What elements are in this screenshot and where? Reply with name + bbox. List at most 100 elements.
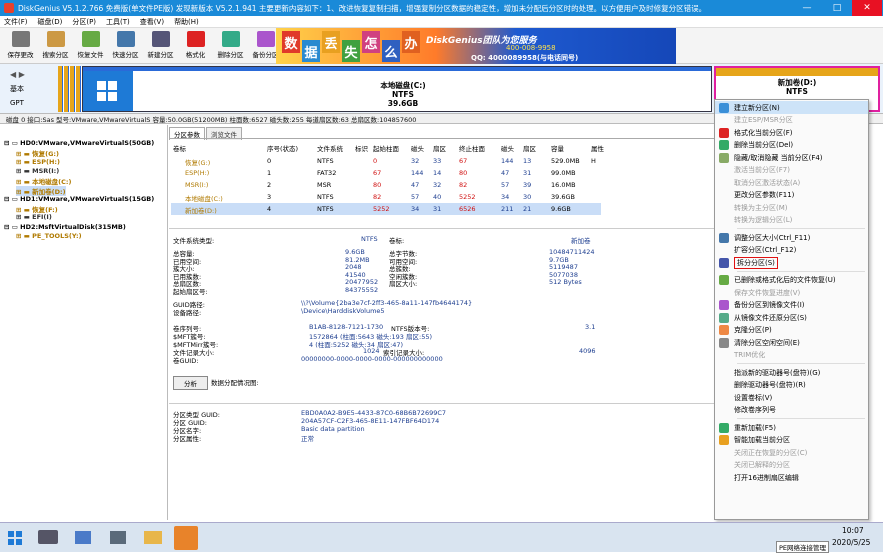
- tree-node-label: MSR(I:): [32, 166, 60, 175]
- network-icon[interactable]: [75, 531, 91, 544]
- context-menu-item[interactable]: 建立新分区(N): [715, 101, 868, 114]
- toolbar-format-button[interactable]: 格式化: [178, 28, 213, 62]
- menu-item-label: 已删除或格式化后的文件恢复(U): [734, 276, 836, 284]
- context-menu-item[interactable]: 格式化当前分区(F): [715, 126, 868, 139]
- detail-text: \Device\HarddiskVolume5: [301, 307, 385, 315]
- menu-item-icon: [719, 140, 729, 150]
- context-menu-item[interactable]: 智能加载当前分区: [715, 434, 868, 447]
- column-header[interactable]: 扇区: [433, 143, 446, 153]
- tree-partition-node[interactable]: ⊞ ▬ PE_TOOLS(Y:): [16, 232, 82, 240]
- context-menu-item[interactable]: 已删除或格式化后的文件恢复(U): [715, 274, 868, 287]
- toolbar-save-button[interactable]: 保存更改: [3, 28, 38, 62]
- context-menu-item[interactable]: 清除分区空闲空间(E): [715, 336, 868, 349]
- table-cell: 恢复(G:): [185, 159, 211, 167]
- menu-item-icon: [719, 215, 729, 225]
- menu-item-label: 设置卷标(V): [734, 393, 773, 402]
- menu-disk[interactable]: 磁盘(D): [38, 17, 63, 27]
- table-cell: 31: [523, 169, 532, 177]
- save-icon: [11, 31, 30, 47]
- folder-icon[interactable]: [144, 531, 162, 544]
- tree-partition-node[interactable]: ⊞ ▬ EFI(I): [16, 213, 52, 221]
- context-menu-item[interactable]: 修改卷序列号: [715, 404, 868, 417]
- context-menu-item[interactable]: 重新加载(F5): [715, 421, 868, 434]
- column-header[interactable]: 扇区: [523, 143, 536, 153]
- menu-file[interactable]: 文件(F): [4, 17, 28, 27]
- menu-separator: [737, 363, 865, 364]
- context-menu-item[interactable]: 调整分区大小(Ctrl_F11): [715, 231, 868, 244]
- column-header[interactable]: 卷标: [173, 143, 186, 153]
- table-row[interactable]: ESP(H:) 1 FAT32 67 144 14 80 47 31 99.0MB: [171, 167, 601, 179]
- toolbar-new-partition-button[interactable]: 新建分区: [143, 28, 178, 62]
- small-partitions[interactable]: [58, 66, 82, 112]
- menu-help[interactable]: 帮助(H): [174, 17, 199, 27]
- detail-text: 84375552: [345, 285, 379, 294]
- table-row[interactable]: 本地磁盘(C:) 3 NTFS 82 57 40 5252 34 30 39.6GB: [171, 191, 601, 203]
- tree-partition-node[interactable]: ⊞ ▬ ESP(H:): [16, 158, 60, 166]
- menu-item-icon: [719, 422, 729, 433]
- table-cell: 80: [459, 169, 468, 177]
- column-header[interactable]: 磁头: [501, 143, 514, 153]
- start-button-icon[interactable]: [8, 531, 22, 545]
- maximize-button[interactable]: □: [822, 0, 852, 16]
- context-menu-item[interactable]: 隐藏/取消隐藏 当前分区(F4): [715, 151, 868, 164]
- tree-disk-node[interactable]: ⊟ ▭ HD1:VMware,VMwareVirtualS(15GB): [4, 195, 154, 203]
- table-row[interactable]: 新加卷(D:) 4 NTFS 5252 34 31 6526 211 21 9.6GB: [171, 203, 601, 215]
- menu-tools[interactable]: 工具(T): [106, 17, 130, 27]
- toolbar-quick-partition-button[interactable]: 快速分区: [108, 28, 143, 62]
- menu-item-label: 取消分区激活状态(A): [734, 178, 801, 187]
- context-menu-item[interactable]: 设置卷标(V): [715, 391, 868, 404]
- context-menu-item[interactable]: 删除驱动器号(盘符)(R): [715, 379, 868, 392]
- context-menu-item[interactable]: 删除当前分区(Del): [715, 139, 868, 152]
- column-header[interactable]: 序号(状态): [267, 143, 298, 153]
- tree-disk-node[interactable]: ⊟ ▭ HD2:MsftVirtualDisk(315MB): [4, 223, 126, 231]
- partition-c-block[interactable]: 本地磁盘(C:) NTFS 39.6GB: [82, 66, 712, 112]
- table-cell: ESP(H:): [185, 169, 210, 177]
- nav-arrows[interactable]: ◀ ▶: [10, 70, 25, 79]
- context-menu-item[interactable]: 克隆分区(P): [715, 324, 868, 337]
- quick-partition-icon: [116, 31, 135, 47]
- title-bar: DiskGenius V5.1.2.766 免费版(单文件PE版) 发现新版本 …: [0, 0, 883, 16]
- table-cell: 144: [501, 157, 514, 165]
- menu-separator: [737, 228, 865, 229]
- printer-icon[interactable]: [110, 531, 126, 544]
- column-header[interactable]: 文件系统: [317, 143, 343, 153]
- context-menu-item[interactable]: 更改分区参数(F11): [715, 189, 868, 202]
- column-header[interactable]: 标识: [355, 143, 368, 153]
- tree-disk-node[interactable]: ⊟ ▭ HD0:VMware,VMwareVirtualS(50GB): [4, 139, 154, 147]
- context-menu-item[interactable]: 扩容分区(Ctrl_F12): [715, 244, 868, 257]
- context-menu-item[interactable]: 指派新的驱动器号(盘符)(G): [715, 366, 868, 379]
- column-header[interactable]: 容量: [551, 143, 564, 153]
- toolbar-delete-button[interactable]: 删除分区: [213, 28, 248, 62]
- toolbar-search-button[interactable]: 搜索分区: [38, 28, 73, 62]
- menu-partition[interactable]: 分区(P): [72, 17, 96, 27]
- analyze-button[interactable]: 分析: [173, 376, 208, 390]
- table-cell: 0: [373, 157, 378, 165]
- context-menu-item[interactable]: 从镜像文件还原分区(S): [715, 311, 868, 324]
- ad-banner[interactable]: 数据丢失怎么办 DiskGenius团队为您服务 400-008-9958 QQ…: [276, 28, 676, 64]
- column-header[interactable]: 终止柱面: [459, 143, 485, 153]
- table-cell: 6526: [459, 205, 476, 213]
- column-header[interactable]: 属性: [591, 143, 604, 153]
- context-menu-item[interactable]: 备份分区到镜像文件(I): [715, 299, 868, 312]
- drive-icon[interactable]: [38, 530, 58, 544]
- table-cell: 47: [411, 181, 420, 189]
- toolbar-recover-button[interactable]: 恢复文件: [73, 28, 108, 62]
- column-header[interactable]: 磁头: [411, 143, 424, 153]
- table-cell: 34: [501, 193, 510, 201]
- menu-view[interactable]: 查看(V): [140, 17, 164, 27]
- table-cell: 31: [433, 205, 442, 213]
- diskgenius-taskbar-icon[interactable]: [174, 526, 198, 550]
- table-cell: 67: [373, 169, 382, 177]
- detail-text: 扇区大小:: [389, 280, 418, 288]
- close-button[interactable]: ✕: [852, 0, 882, 16]
- context-menu-item[interactable]: 拆分分区(S): [715, 256, 868, 269]
- context-menu-item[interactable]: 打开16进制扇区编辑: [715, 471, 868, 484]
- table-row[interactable]: MSR(I:) 2 MSR 80 47 32 82 57 39 16.0MB: [171, 179, 601, 191]
- table-cell: 5252: [459, 193, 476, 201]
- table-row[interactable]: 恢复(G:) 0 NTFS 0 32 33 67 144 13 529.0MB H: [171, 155, 601, 167]
- tree-partition-node[interactable]: ⊞ ▬ MSR(I:): [16, 167, 59, 175]
- minimize-button[interactable]: —: [792, 0, 822, 16]
- disk-tree: ⊟ ▭ HD0:VMware,VMwareVirtualS(50GB) ⊞ ▬ 恢…: [0, 125, 168, 520]
- menu-item-icon: [719, 337, 729, 348]
- column-header[interactable]: 起始柱面: [373, 143, 399, 153]
